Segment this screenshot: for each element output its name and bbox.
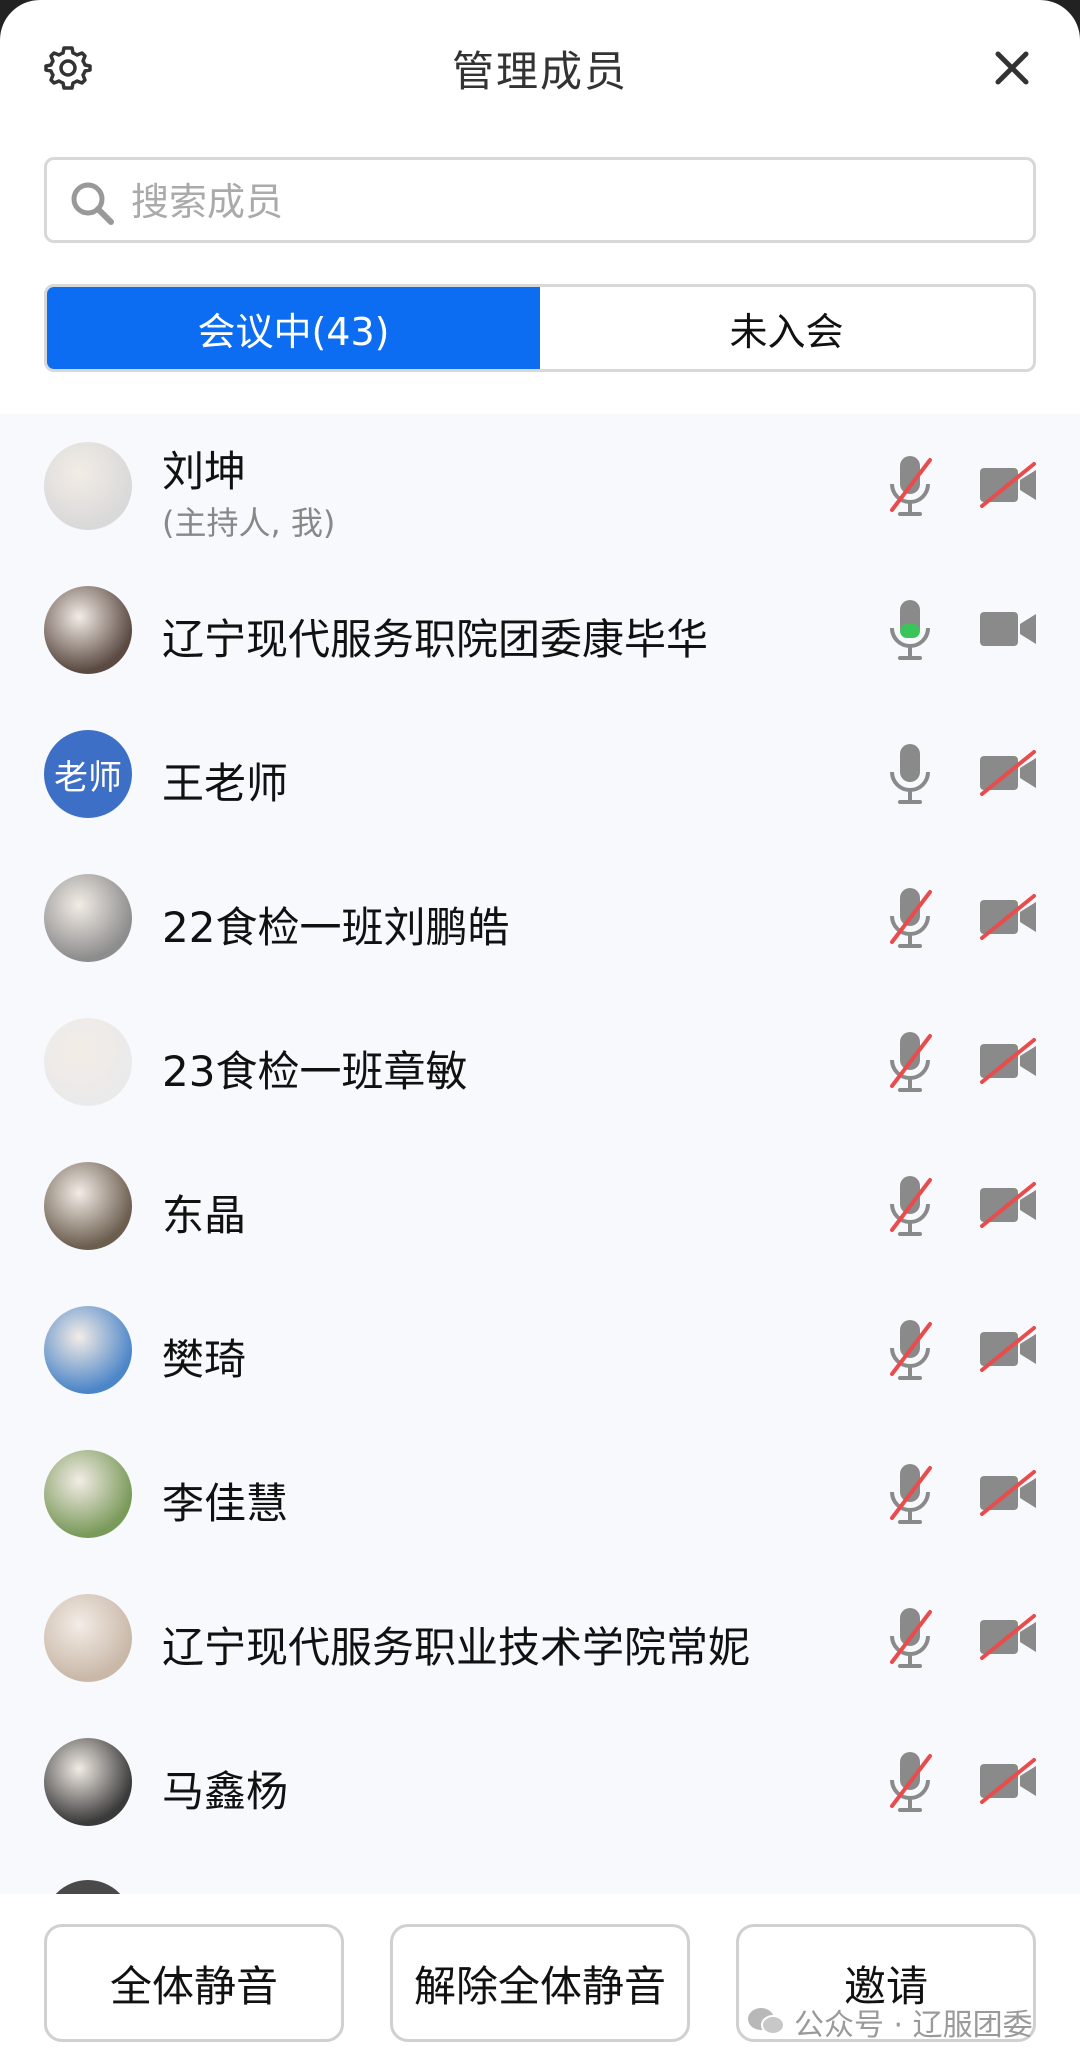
member-name: 王老师 [162, 759, 289, 808]
avatar [44, 1018, 132, 1106]
tab-not-joined[interactable]: 未入会 [540, 287, 1033, 369]
member-list[interactable]: 刘坤 (主持人, 我) 辽宁现代服务职院团委康毕华 老师 王老师 22食检一班刘鹏皓 [0, 414, 1080, 1894]
page-title: 管理成员 [451, 47, 628, 96]
member-name: 马鑫杨 [162, 1767, 289, 1816]
microphone-icon[interactable] [884, 1604, 936, 1672]
member-role: (主持人, 我) [162, 504, 336, 542]
member-row[interactable]: 23食检一班章敏 [0, 990, 1080, 1134]
avatar [44, 442, 132, 530]
member-name: 李佳慧 [162, 1479, 289, 1528]
avatar [44, 1450, 132, 1538]
tab-in-meeting[interactable]: 会议中(43) [47, 287, 540, 369]
member-name: 辽宁现代服务职院团委康毕华 [162, 615, 709, 664]
member-name: 樊琦 [162, 1335, 247, 1384]
microphone-icon[interactable] [884, 1748, 936, 1816]
microphone-icon[interactable] [884, 740, 936, 808]
member-row[interactable]: 老师 王老师 [0, 702, 1080, 846]
microphone-icon[interactable] [884, 1316, 936, 1384]
avatar-initials: 老师 [44, 730, 132, 818]
search-input[interactable] [129, 170, 1013, 234]
member-row[interactable]: 马鑫杨 [0, 1710, 1080, 1854]
avatar: 老师 [44, 730, 132, 818]
watermark-text: 公众号 · 辽服团委 [794, 2008, 1033, 2043]
avatar [44, 1738, 132, 1826]
member-name: 东晶 [162, 1191, 247, 1240]
header: 管理成员 [0, 0, 1080, 140]
camera-icon[interactable] [978, 606, 1038, 652]
member-row[interactable]: 东晶 [0, 1134, 1080, 1278]
camera-icon[interactable] [978, 1038, 1038, 1084]
microphone-icon[interactable] [884, 1172, 936, 1240]
avatar [44, 874, 132, 962]
camera-icon[interactable] [978, 462, 1038, 508]
member-name: 22食检一班刘鹏皓 [162, 903, 510, 952]
member-management-sheet: 管理成员 会议中(43) 未入会 刘坤 (主持人, 我) 辽宁现代服务职院团委康毕… [0, 0, 1080, 2061]
member-name: 23食检一班章敏 [162, 1047, 468, 1096]
microphone-icon[interactable] [884, 596, 936, 664]
unmute-all-button[interactable]: 解除全体静音 [390, 1924, 690, 2042]
tab-bar: 会议中(43) 未入会 [44, 284, 1036, 372]
watermark: 公众号 · 辽服团委 [746, 2000, 1033, 2044]
microphone-icon[interactable] [884, 1460, 936, 1528]
mute-all-button[interactable]: 全体静音 [44, 1924, 344, 2042]
close-button[interactable] [988, 44, 1036, 92]
search-icon [71, 182, 114, 225]
avatar [44, 1880, 132, 1894]
camera-icon[interactable] [978, 1182, 1038, 1228]
camera-icon[interactable] [978, 1326, 1038, 1372]
member-row[interactable]: 刘坤 (主持人, 我) [0, 414, 1080, 558]
member-row[interactable]: 22食检一班刘鹏皓 [0, 846, 1080, 990]
close-icon [995, 51, 1029, 85]
member-name: 刘坤 [162, 447, 247, 496]
camera-icon[interactable] [978, 1470, 1038, 1516]
camera-icon[interactable] [978, 750, 1038, 796]
member-name: 辽宁现代服务职业技术学院常妮 [162, 1623, 751, 1672]
member-row[interactable]: 辽宁现代服务职院团委康毕华 [0, 558, 1080, 702]
search-box[interactable] [44, 157, 1036, 243]
microphone-icon[interactable] [884, 452, 936, 520]
avatar [44, 1594, 132, 1682]
member-row[interactable]: 辽宁现代服务职业技术学院常妮 [0, 1566, 1080, 1710]
microphone-icon[interactable] [884, 1028, 936, 1096]
camera-icon[interactable] [978, 894, 1038, 940]
avatar [44, 1162, 132, 1250]
member-row[interactable]: 李佳慧 [0, 1422, 1080, 1566]
wechat-icon [748, 2008, 785, 2035]
camera-icon[interactable] [978, 1758, 1038, 1804]
avatar [44, 1306, 132, 1394]
avatar [44, 586, 132, 674]
member-row[interactable]: 樊琦 [0, 1278, 1080, 1422]
microphone-icon[interactable] [884, 884, 936, 952]
camera-icon[interactable] [978, 1614, 1038, 1660]
